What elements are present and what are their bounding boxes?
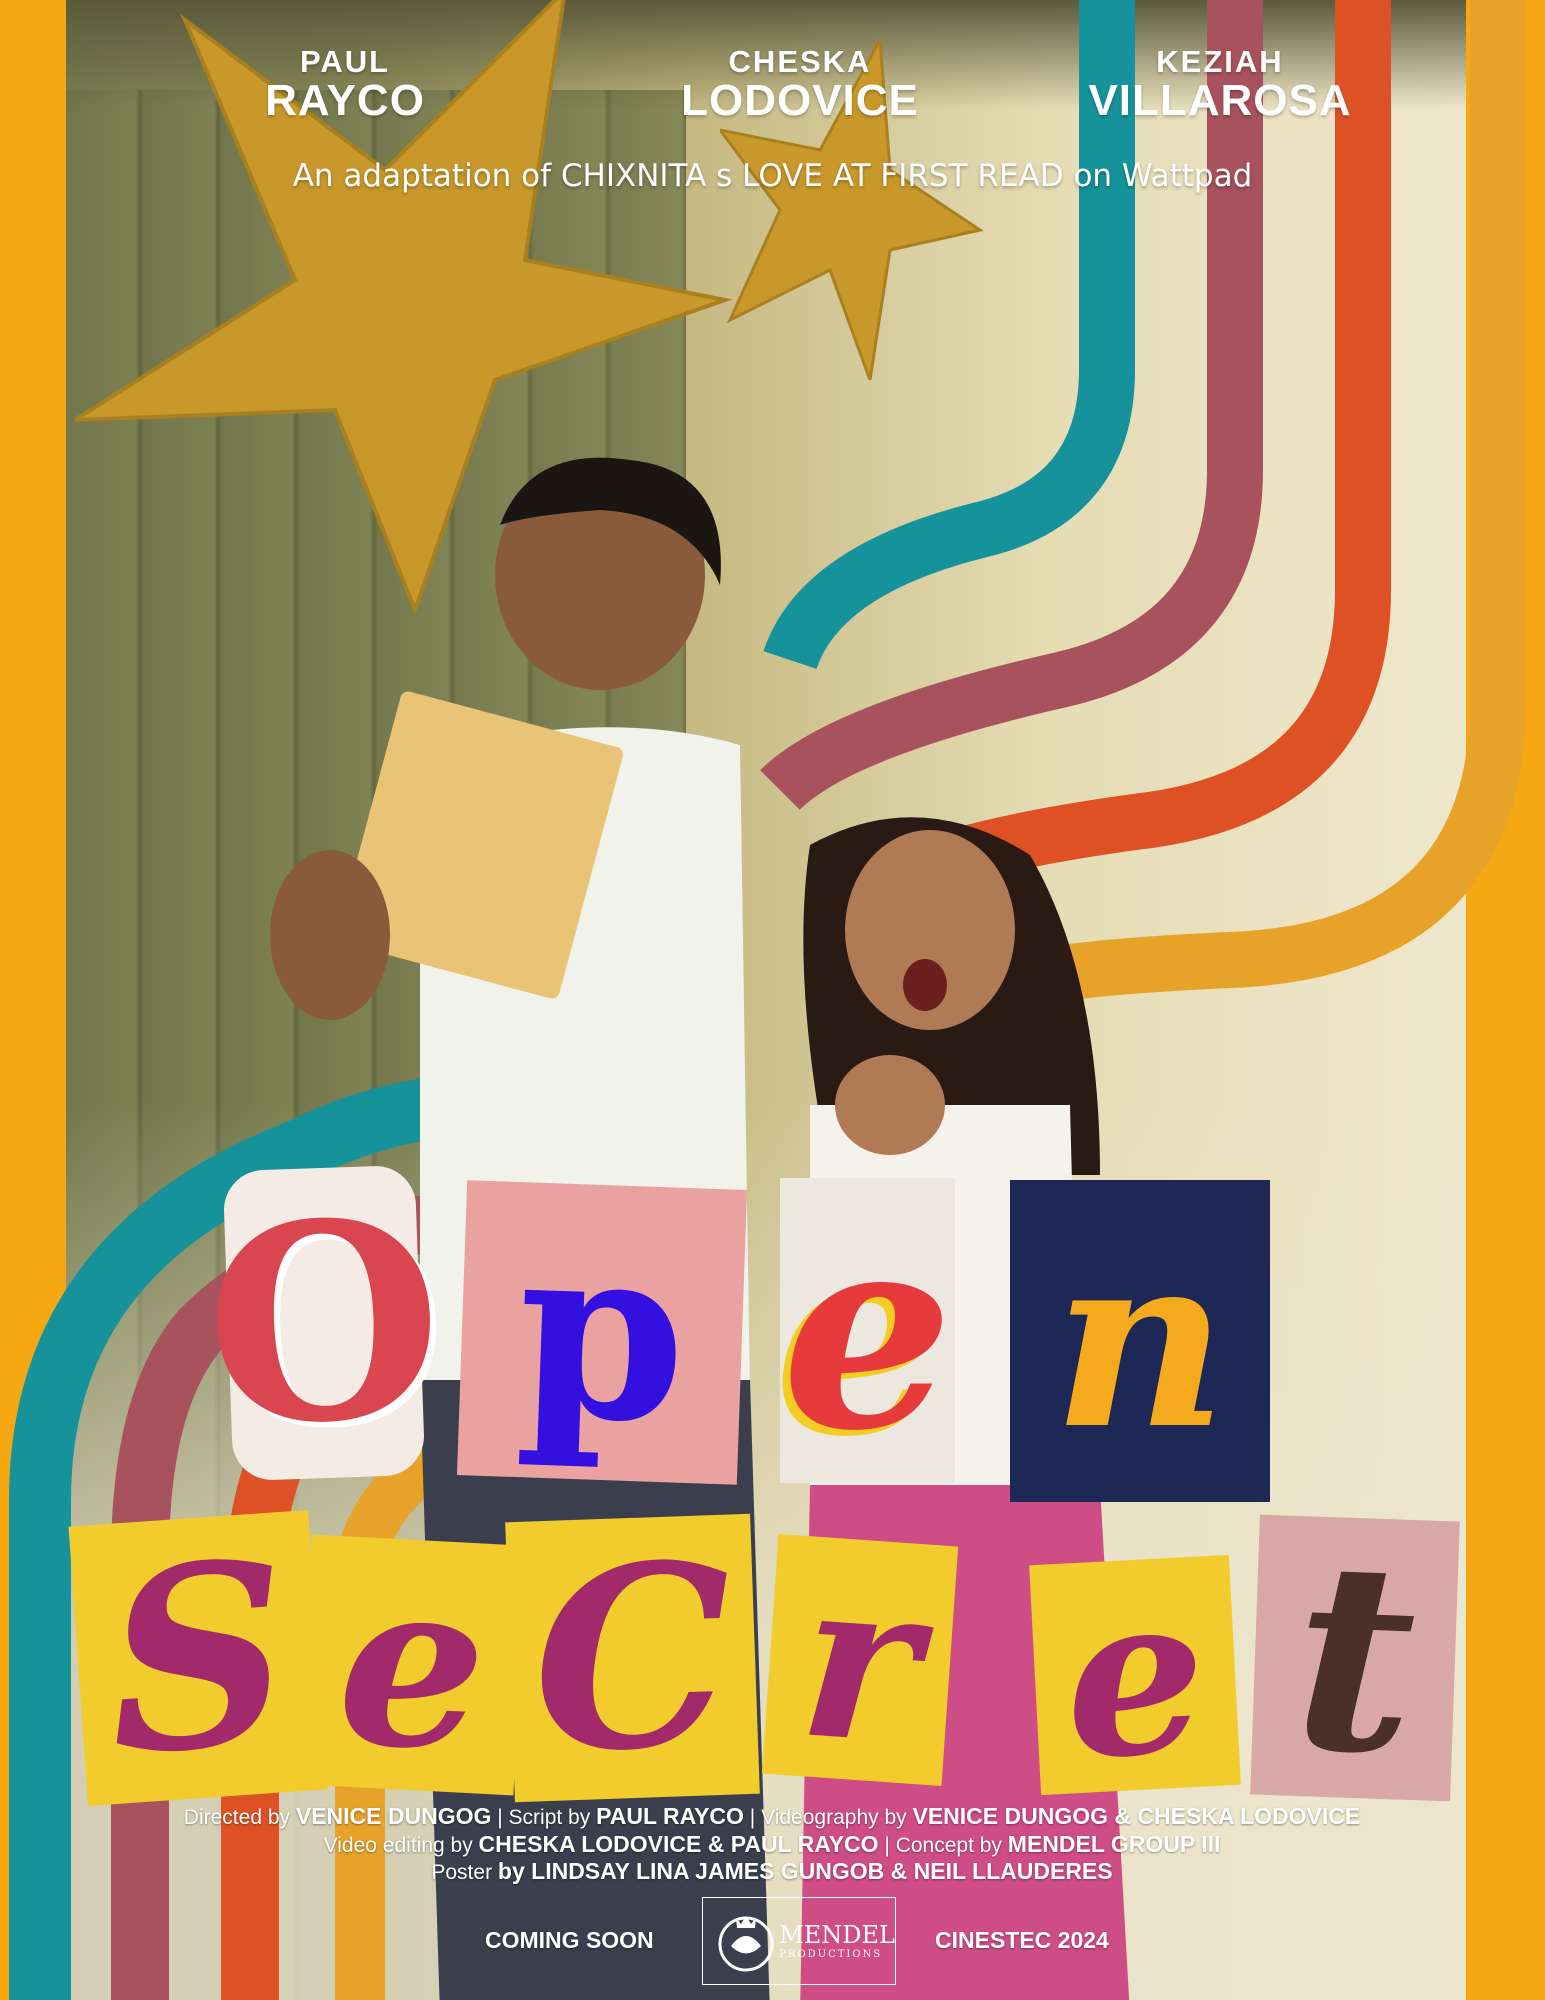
credit-separator: | [884,1834,890,1857]
credit-role: Video editing by [323,1834,473,1857]
credit-name: PAUL RAYCO [596,1803,744,1829]
title-letter: r [761,1527,959,1793]
credit-role: Script by [508,1806,591,1829]
logo-name: MENDEL [779,1920,895,1949]
boy-hand [270,850,390,1020]
cast-member-1: PAUL RAYCO [230,44,460,126]
girl-hand [835,1055,945,1155]
mendel-logo: MENDEL PRODUCTIONS [702,1897,896,1985]
girl-mouth [903,959,947,1011]
cast-first-name: CHESKA [728,44,872,79]
credits-line-2: Video editing by CHESKA LODOVICE & PAUL … [66,1831,1478,1858]
cast-first-name: PAUL [299,44,391,79]
title-letter: O [200,1159,448,1487]
cast-last-name: RAYCO [265,76,425,125]
title-letter: n [1010,1180,1270,1502]
title-letter: t [1250,1503,1460,1813]
title-letter: C [505,1508,760,1808]
credit-name: CHESKA LODOVICE & PAUL RAYCO [478,1831,879,1857]
cast-member-2: CHESKA LODOVICE [660,44,940,126]
logo-subtitle: PRODUCTIONS [779,1948,883,1960]
credit-name: MENDEL GROUP III [1007,1831,1221,1857]
title-letter: e [298,1526,527,1804]
adaptation-line: An adaptation of CHIXNITA s LOVE AT FIRS… [292,158,1253,194]
title-letter: p [456,1180,748,1485]
festival-label: CINESTEC 2024 [935,1927,1109,1953]
title-letter: e [780,1171,955,1490]
title-letter: e [1029,1542,1241,1808]
credit-role: Videography by [761,1806,907,1829]
credits-line-3: Poster by LINDSAY LINA JAMES GUNGOB & NE… [66,1858,1478,1885]
credit-name: by LINDSAY LINA JAMES GUNGOB & NEIL LLAU… [497,1858,1113,1884]
credit-role: Concept by [895,1834,1002,1857]
movie-poster: PAUL RAYCO CHESKA LODOVICE KEZIAH VILLAR… [0,0,1545,2000]
credit-name: VENICE DUNGOG [295,1803,492,1829]
cast-last-name: LODOVICE [681,76,919,125]
credit-separator: | [497,1806,503,1829]
cast-member-3: KEZIAH VILLAROSA [1080,44,1360,126]
credit-role: Directed by [183,1806,291,1829]
cast-last-name: VILLAROSA [1088,76,1352,125]
coming-soon-label: COMING SOON [485,1927,654,1953]
credit-role: Poster [431,1861,493,1884]
mendel-logo-icon [718,1916,774,1972]
credits-line-1: Directed by VENICE DUNGOG | Script by PA… [66,1803,1478,1830]
cast-first-name: KEZIAH [1156,44,1284,79]
credit-separator: | [749,1806,756,1829]
credit-name: VENICE DUNGOG & CHESKA LODOVICE [912,1803,1361,1829]
title-letter: S [68,1505,328,1811]
